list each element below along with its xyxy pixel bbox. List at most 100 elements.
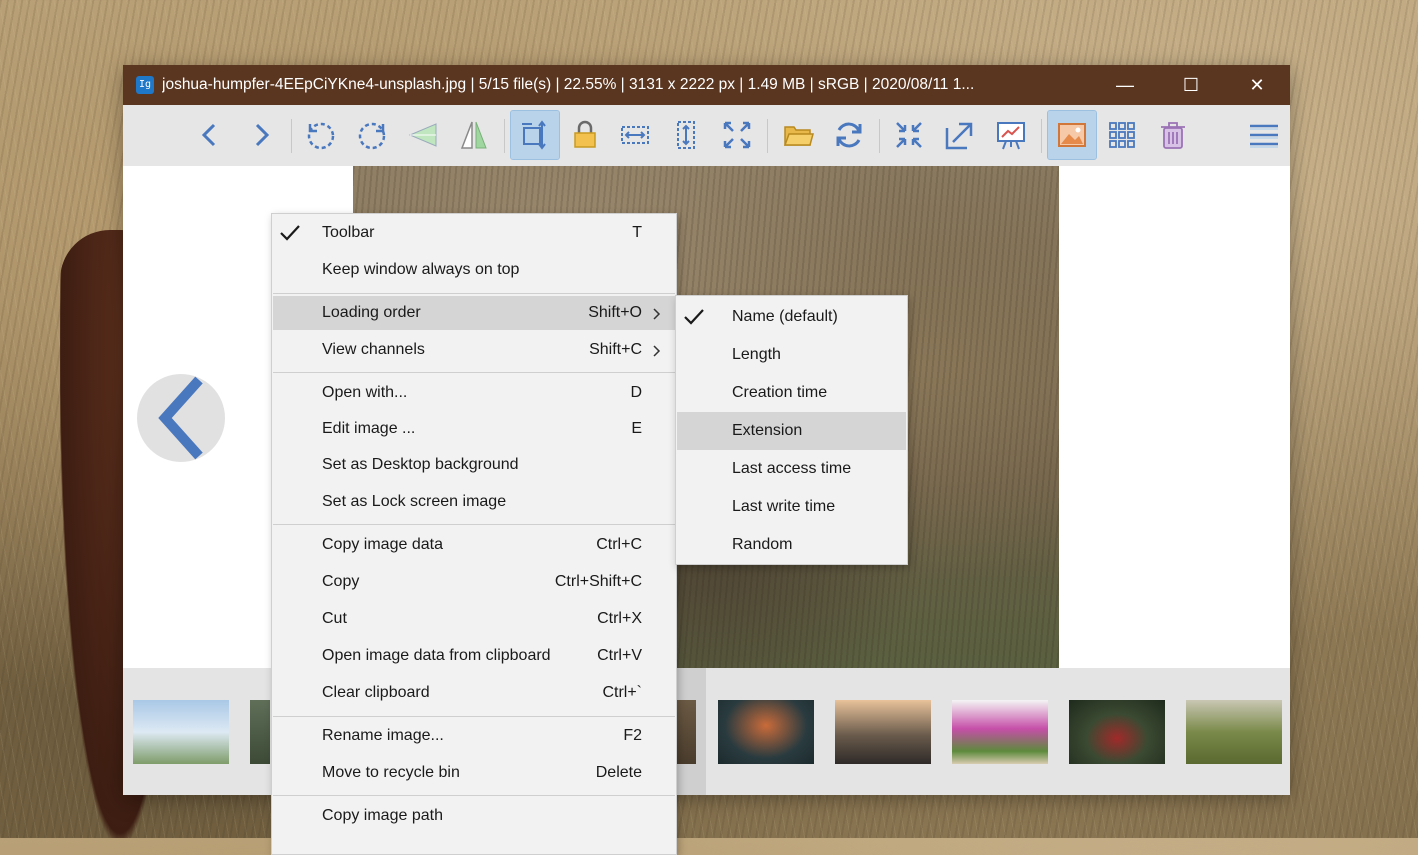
forward-icon[interactable]: [237, 111, 285, 159]
menu-item-rename-image[interactable]: Rename image... F2: [273, 719, 675, 753]
submenu-item-label: Length: [732, 346, 781, 363]
submenu-item-last-write-time[interactable]: Last write time: [677, 488, 906, 526]
menu-item-shortcut: Ctrl+`: [602, 684, 642, 701]
menu-item-label: Copy: [322, 573, 360, 590]
submenu-item-label: Creation time: [732, 384, 828, 401]
app-icon: Ig: [136, 76, 154, 94]
submenu-item-last-access-time[interactable]: Last access time: [677, 450, 906, 488]
menu-item-label: Keep window always on top: [322, 261, 520, 278]
menu-item-open-with[interactable]: Open with... D: [273, 376, 675, 410]
menu-item-label: Clear clipboard: [322, 684, 430, 701]
thumbnail-grid-icon[interactable]: [1098, 111, 1146, 159]
flip-vertical-icon[interactable]: [450, 111, 498, 159]
menu-item-move-to-recycle-bin[interactable]: Move to recycle bin Delete: [273, 756, 675, 790]
menu-item-label: Toolbar: [322, 224, 375, 241]
thumbnail[interactable]: [718, 700, 814, 764]
menu-item-set-lock-screen[interactable]: Set as Lock screen image: [273, 485, 675, 519]
menu-item-label: Copy image data: [322, 536, 443, 553]
toolbar-separator: [291, 119, 292, 153]
full-screen-icon[interactable]: [713, 111, 761, 159]
submenu-item-label: Extension: [732, 422, 803, 439]
chevron-right-icon: [653, 307, 661, 325]
menu-item-label: Set as Desktop background: [322, 456, 519, 473]
close-button[interactable]: ✕: [1224, 65, 1290, 105]
submenu-item-label: Random: [732, 536, 793, 553]
previous-image-button[interactable]: [137, 374, 225, 462]
maximize-button[interactable]: ☐: [1158, 65, 1224, 105]
menu-item-copy[interactable]: Copy Ctrl+Shift+C: [273, 565, 675, 599]
menu-item-label: Open with...: [322, 384, 408, 401]
open-file-icon[interactable]: [774, 111, 822, 159]
back-icon[interactable]: [186, 111, 234, 159]
menu-item-loading-order[interactable]: Loading order Shift+O: [273, 296, 675, 330]
thumbnail[interactable]: [1069, 700, 1165, 764]
menu-item-shortcut: F2: [623, 727, 642, 744]
submenu-item-label: Name (default): [732, 308, 838, 325]
thumbnail[interactable]: [676, 700, 696, 764]
menu-item-label: View channels: [322, 341, 425, 358]
gallery-icon[interactable]: [1047, 110, 1097, 160]
menu-item-edit-image[interactable]: Edit image ... E: [273, 412, 675, 446]
menu-item-toolbar[interactable]: Toolbar T: [273, 216, 675, 250]
menu-item-label: Set as Lock screen image: [322, 493, 507, 510]
thumbnail[interactable]: [1186, 700, 1282, 764]
menu-separator: [273, 795, 675, 796]
open-with-icon[interactable]: [936, 111, 984, 159]
rotate-left-icon[interactable]: [297, 111, 345, 159]
submenu-item-length[interactable]: Length: [677, 336, 906, 374]
menu-item-copy-image-path[interactable]: Copy image path: [273, 799, 675, 833]
menu-separator: [273, 524, 675, 525]
menu-item-set-desktop-background[interactable]: Set as Desktop background: [273, 448, 675, 482]
menu-item-copy-image-data[interactable]: Copy image data Ctrl+C: [273, 528, 675, 562]
menu-item-shortcut: Shift+O: [588, 304, 642, 321]
submenu-item-label: Last access time: [732, 460, 852, 477]
submenu-item-extension[interactable]: Extension: [677, 412, 906, 450]
submenu-item-random[interactable]: Random: [677, 526, 906, 564]
menu-item-label: Edit image ...: [322, 420, 416, 437]
toolbar-separator: [504, 119, 505, 153]
menu-item-shortcut: Ctrl+Shift+C: [554, 573, 642, 590]
menu-item-keep-on-top[interactable]: Keep window always on top: [273, 253, 675, 287]
toolbar-separator: [879, 119, 880, 153]
thumbnail[interactable]: [250, 700, 270, 764]
menu-item-label: Copy image path: [322, 807, 443, 824]
menu-item-open-from-clipboard[interactable]: Open image data from clipboard Ctrl+V: [273, 639, 675, 673]
auto-fit-icon[interactable]: [510, 110, 560, 160]
menu-item-view-channels[interactable]: View channels Shift+C: [273, 333, 675, 367]
chevron-right-icon: [653, 344, 661, 362]
refresh-icon[interactable]: [825, 111, 873, 159]
menu-item-shortcut: D: [630, 384, 642, 401]
main-menu-icon[interactable]: [1240, 111, 1288, 159]
actual-size-icon[interactable]: [885, 111, 933, 159]
minimize-button[interactable]: —: [1092, 65, 1158, 105]
lock-zoom-icon[interactable]: [561, 111, 609, 159]
menu-item-label: Move to recycle bin: [322, 764, 460, 781]
menu-item-label: Rename image...: [322, 727, 444, 744]
menu-item-shortcut: Delete: [595, 764, 642, 781]
flip-horizontal-icon[interactable]: [399, 111, 447, 159]
submenu-item-name[interactable]: Name (default): [677, 298, 906, 336]
menu-item-cut[interactable]: Cut Ctrl+X: [273, 602, 675, 636]
title-bar[interactable]: Ig joshua-humpfer-4EEpCiYKne4-unsplash.j…: [123, 65, 1290, 105]
toolbar-separator: [1041, 119, 1042, 153]
fit-width-icon[interactable]: [611, 111, 659, 159]
thumbnail[interactable]: [133, 700, 229, 764]
fit-height-icon[interactable]: [662, 111, 710, 159]
menu-item-shortcut: Ctrl+X: [597, 610, 642, 627]
thumbnail[interactable]: [952, 700, 1048, 764]
thumbnail[interactable]: [835, 700, 931, 764]
rotate-right-icon[interactable]: [348, 111, 396, 159]
slideshow-icon[interactable]: [987, 111, 1035, 159]
toolbar: [123, 105, 1290, 166]
menu-item-shortcut: Shift+C: [589, 341, 642, 358]
context-menu: Toolbar T Keep window always on top Load…: [271, 213, 677, 855]
menu-item-label: Open image data from clipboard: [322, 647, 551, 664]
menu-separator: [273, 372, 675, 373]
menu-item-clear-clipboard[interactable]: Clear clipboard Ctrl+`: [273, 676, 675, 710]
menu-separator: [273, 716, 675, 717]
recycle-bin-icon[interactable]: [1149, 111, 1197, 159]
checkmark-icon: [279, 223, 301, 248]
menu-item-shortcut: Ctrl+V: [597, 647, 642, 664]
submenu-item-label: Last write time: [732, 498, 836, 515]
submenu-item-creation-time[interactable]: Creation time: [677, 374, 906, 412]
